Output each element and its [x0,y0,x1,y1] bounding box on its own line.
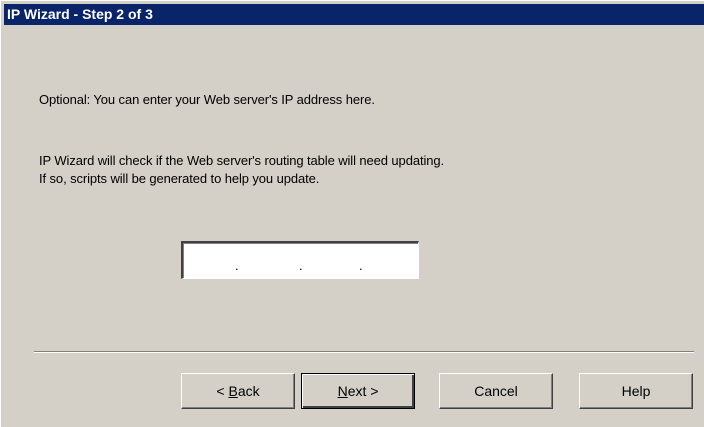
optional-instruction-text: Optional: You can enter your Web server'… [39,92,375,107]
next-button[interactable]: Next > [301,373,415,409]
help-button[interactable]: Help [579,373,693,409]
window-title: IP Wizard - Step 2 of 3 [7,6,153,22]
title-bar[interactable]: IP Wizard - Step 2 of 3 [4,4,704,25]
ip-octet-separator: . [359,258,363,273]
next-button-accelerator: N [337,383,348,399]
next-button-label-suffix: ext > [347,383,379,399]
cancel-button[interactable]: Cancel [439,373,553,409]
back-button-label-prefix: < [216,383,229,399]
back-button[interactable]: < Back [181,373,295,409]
ip-wizard-dialog: IP Wizard - Step 2 of 3 Optional: You ca… [0,0,704,427]
ip-octet-separator: . [299,258,303,273]
routing-check-text: IP Wizard will check if the Web server's… [39,153,445,168]
ip-address-input[interactable]: . . . [181,241,419,279]
scripts-info-text: If so, scripts will be generated to help… [39,171,320,186]
ip-octet-separator: . [235,258,239,273]
button-separator-line [34,351,694,353]
back-button-accelerator: B [228,383,238,399]
back-button-label-suffix: ack [237,383,260,399]
